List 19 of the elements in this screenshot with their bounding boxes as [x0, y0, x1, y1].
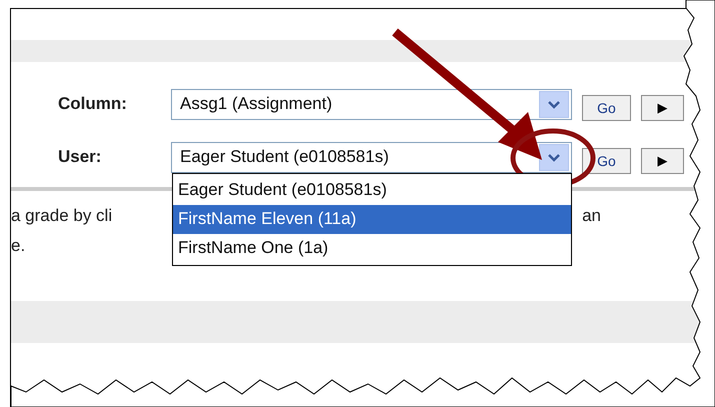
dropdown-option[interactable]: Eager Student (e0108581s): [173, 176, 571, 204]
select-field[interactable]: Assg1 (Assignment): [171, 88, 572, 120]
select-value: Assg1 (Assignment): [180, 93, 332, 116]
chevron-down-icon: [547, 100, 561, 108]
select-value: Eager Student (e0108581s): [180, 146, 389, 168]
dropdown-button[interactable]: [539, 90, 569, 118]
field-label: User:: [58, 146, 102, 168]
instruction-text: a grade by cli: [11, 205, 112, 228]
instruction-text: an: [582, 205, 601, 228]
dropdown-option[interactable]: FirstName One (1a): [173, 234, 571, 262]
next-button[interactable]: ▶: [641, 148, 684, 174]
dropdown-button[interactable]: [539, 144, 569, 170]
next-button[interactable]: ▶: [641, 95, 684, 121]
dropdown-option[interactable]: FirstName Eleven (11a): [173, 204, 571, 234]
instruction-text: e.: [11, 235, 26, 258]
go-button[interactable]: Go: [582, 95, 631, 121]
select-field[interactable]: Eager Student (e0108581s): [171, 142, 572, 172]
chevron-down-icon: [547, 152, 561, 162]
field-label: Column:: [58, 93, 128, 116]
